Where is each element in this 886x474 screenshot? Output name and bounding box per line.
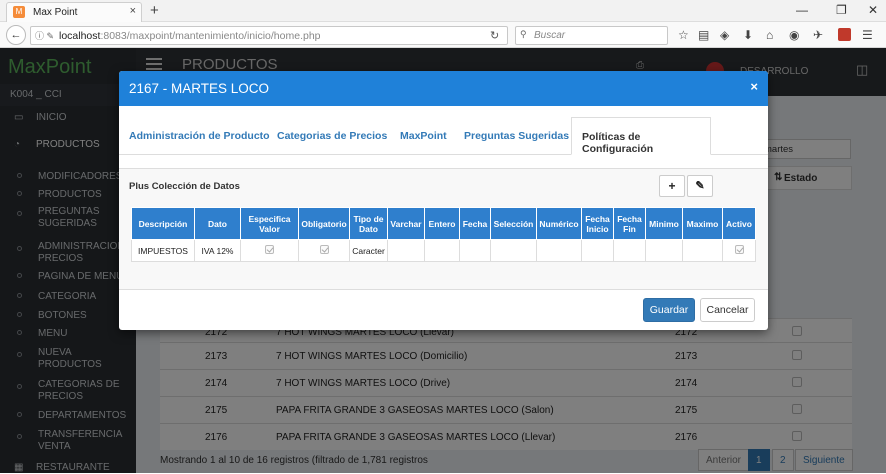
extension2-icon[interactable]: ✈ bbox=[813, 28, 823, 42]
column-header[interactable]: Maximo bbox=[682, 207, 723, 240]
checkbox[interactable] bbox=[265, 245, 274, 254]
close-tab-icon[interactable]: × bbox=[130, 5, 136, 17]
restore-icon[interactable]: ❐ bbox=[836, 3, 847, 17]
pocket-icon[interactable]: ◈ bbox=[720, 28, 729, 42]
new-tab-icon[interactable]: + bbox=[150, 2, 159, 19]
column-header[interactable]: Minimo bbox=[645, 207, 683, 240]
site-info-icon[interactable]: ⓘ ✎ bbox=[35, 29, 54, 42]
column-header[interactable]: Activo bbox=[722, 207, 756, 240]
cell-seleccion bbox=[490, 239, 537, 262]
edit-button[interactable]: ✎ bbox=[687, 175, 713, 197]
checkbox[interactable] bbox=[734, 245, 744, 254]
data-grid: Descripción Dato Especifica Valor Obligator… bbox=[131, 207, 756, 262]
url-path: :8083/maxpoint/mantenimiento/inicio/home… bbox=[100, 30, 321, 42]
cell-fecha-fin bbox=[613, 239, 646, 262]
column-header[interactable]: Entero bbox=[424, 207, 460, 240]
reading-list-icon[interactable]: ▤ bbox=[698, 28, 709, 42]
tab-preguntas[interactable]: Preguntas Sugeridas bbox=[464, 130, 569, 142]
download-icon[interactable]: ⬇ bbox=[743, 28, 753, 42]
modal-dialog: 2167 - MARTES LOCO × Administración de P… bbox=[119, 71, 768, 330]
minimize-icon[interactable]: — bbox=[796, 3, 808, 17]
cancel-button[interactable]: Cancelar bbox=[700, 298, 755, 322]
close-icon[interactable]: × bbox=[750, 79, 758, 94]
cell-descripcion: IMPUESTOS bbox=[131, 239, 195, 262]
checkbox[interactable] bbox=[319, 245, 329, 254]
column-header[interactable]: Obligatorio bbox=[298, 207, 350, 240]
tab-categorias[interactable]: Categorias de Precios bbox=[277, 130, 387, 142]
column-header[interactable]: Fecha bbox=[459, 207, 491, 240]
column-header[interactable]: Selección bbox=[490, 207, 537, 240]
url-bar[interactable]: localhost:8083/maxpoint/mantenimiento/in… bbox=[30, 26, 508, 45]
reload-icon[interactable]: ↻ bbox=[490, 29, 499, 42]
cell-tipo: Caracter bbox=[349, 239, 388, 262]
back-icon[interactable]: ← bbox=[6, 25, 26, 45]
cell-dato: IVA 12% bbox=[194, 239, 241, 262]
tab-administracion[interactable]: Administración de Producto bbox=[129, 130, 270, 142]
cell-entero bbox=[424, 239, 460, 262]
add-button[interactable]: + bbox=[659, 175, 685, 197]
pencil-icon: ✎ bbox=[695, 180, 705, 192]
tab-bar: Administración de Producto Categorias de… bbox=[119, 117, 768, 155]
cell-fecha-inicio bbox=[581, 239, 614, 262]
modal-header: 2167 - MARTES LOCO × bbox=[119, 71, 768, 106]
grid-header-row: Descripción Dato Especifica Valor Obligator… bbox=[131, 207, 756, 240]
column-header[interactable]: Fecha Inicio bbox=[581, 207, 614, 240]
url-host: localhost bbox=[59, 30, 101, 42]
home-icon[interactable]: ⌂ bbox=[766, 28, 773, 42]
modal-title: 2167 - MARTES LOCO bbox=[129, 81, 270, 96]
tab-maxpoint[interactable]: MaxPoint bbox=[400, 130, 447, 142]
tab-politicas[interactable]: Políticas de Configuración bbox=[571, 117, 711, 155]
column-header[interactable]: Fecha Fin bbox=[613, 207, 646, 240]
close-window-icon[interactable]: ✕ bbox=[868, 3, 878, 17]
cell-maximo bbox=[682, 239, 723, 262]
search-icon: ⚲ bbox=[520, 29, 527, 39]
column-header[interactable]: Varchar bbox=[387, 207, 425, 240]
cell-fecha bbox=[459, 239, 491, 262]
menu-icon[interactable]: ☰ bbox=[862, 28, 873, 42]
bookmark-star-icon[interactable]: ☆ bbox=[678, 28, 689, 42]
column-header[interactable]: Especifica Valor bbox=[240, 207, 299, 240]
favicon-icon: M bbox=[13, 6, 25, 18]
save-button[interactable]: Guardar bbox=[643, 298, 695, 322]
cell-numerico bbox=[536, 239, 582, 262]
column-header[interactable]: Descripción bbox=[131, 207, 195, 240]
extension3-icon[interactable] bbox=[838, 28, 851, 41]
search-input[interactable]: Buscar bbox=[515, 26, 668, 45]
table-row[interactable]: IMPUESTOS IVA 12% Caracter bbox=[131, 239, 756, 262]
cell-obligatorio bbox=[298, 239, 350, 262]
cell-minimo bbox=[645, 239, 683, 262]
browser-tab[interactable]: M Max Point × bbox=[6, 2, 142, 22]
cell-especifica-valor bbox=[240, 239, 299, 262]
extension-icon[interactable]: ◉ bbox=[789, 28, 799, 42]
column-header[interactable]: Numérico bbox=[536, 207, 582, 240]
column-header[interactable]: Dato bbox=[194, 207, 241, 240]
tab-title: Max Point bbox=[33, 7, 78, 18]
cell-activo bbox=[722, 239, 756, 262]
panel-title: Plus Colección de Datos bbox=[129, 181, 240, 192]
plus-icon: + bbox=[668, 179, 676, 193]
cell-varchar bbox=[387, 239, 425, 262]
column-header[interactable]: Tipo de Dato bbox=[349, 207, 388, 240]
